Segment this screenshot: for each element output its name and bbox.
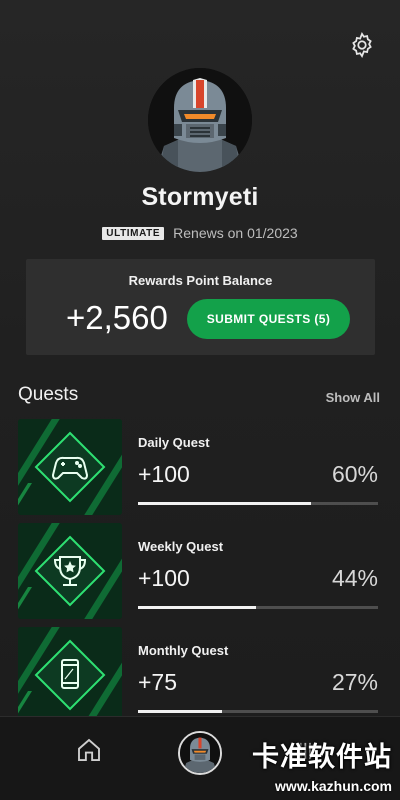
submit-quests-button[interactable]: SUBMIT QUESTS (5) — [187, 299, 350, 339]
rewards-title: Rewards Point Balance — [128, 273, 273, 288]
quest-name: Weekly Quest — [138, 539, 224, 554]
quest-card-weekly[interactable]: Weekly Quest +100 44% — [18, 523, 380, 619]
quest-points: +100 — [138, 461, 190, 487]
quest-tile — [18, 523, 122, 619]
robot-avatar-icon — [148, 68, 252, 172]
username: Stormyeti — [141, 183, 259, 211]
profile-avatar[interactable] — [148, 68, 252, 172]
quests-heading: Quests — [18, 384, 79, 405]
quest-percent: 60% — [331, 461, 378, 487]
watermark-text: 卡准软件站 — [252, 742, 392, 773]
home-icon[interactable] — [74, 735, 104, 765]
quest-name: Monthly Quest — [138, 643, 229, 658]
membership-badge: ULTIMATE — [102, 226, 165, 240]
renewal-date: Renews on 01/2023 — [173, 225, 298, 241]
quest-progress-fill — [138, 710, 222, 713]
quest-name: Daily Quest — [138, 435, 210, 450]
watermark-url: www.kazhun.com — [275, 778, 392, 794]
quest-points: +75 — [138, 669, 178, 695]
quest-progress-track — [138, 502, 378, 505]
membership-row: ULTIMATE Renews on 01/2023 — [0, 225, 400, 241]
quest-percent: 44% — [331, 565, 378, 591]
quest-tile — [18, 627, 122, 723]
quest-progress-track — [138, 606, 378, 609]
quest-card-daily[interactable]: Daily Quest +100 60% — [18, 419, 380, 515]
quest-progress-track — [138, 710, 378, 713]
quest-progress-fill — [138, 502, 311, 505]
show-all-link[interactable]: Show All — [326, 390, 380, 405]
quest-points: +100 — [138, 565, 190, 591]
points-balance: +2,560 — [66, 299, 168, 336]
avatar-icon[interactable] — [178, 731, 222, 775]
profile-screen: Stormyeti ULTIMATE Renews on 01/2023 Rew… — [0, 0, 400, 800]
quest-progress-fill — [138, 606, 256, 609]
quest-percent: 27% — [331, 669, 378, 695]
gear-icon[interactable] — [348, 31, 376, 59]
quest-card-monthly[interactable]: Monthly Quest +75 27% — [18, 627, 380, 723]
rewards-card: Rewards Point Balance +2,560 SUBMIT QUES… — [26, 259, 375, 355]
quest-tile — [18, 419, 122, 515]
